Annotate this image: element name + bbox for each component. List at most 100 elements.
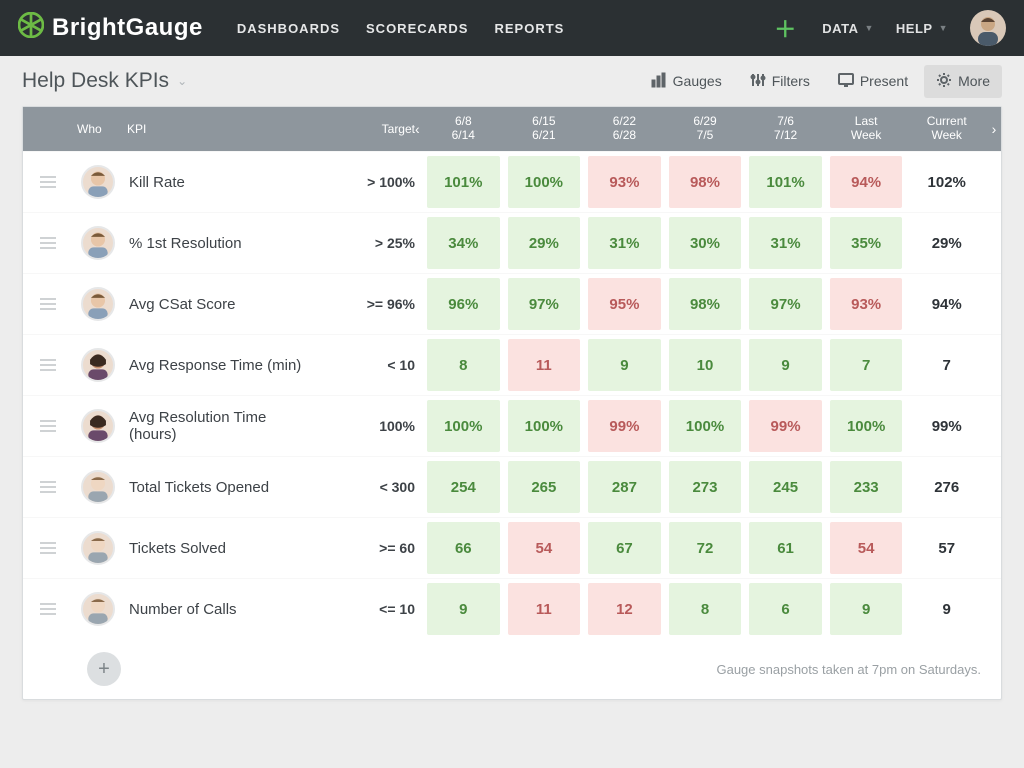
metric-cell[interactable]: 95%	[588, 278, 661, 330]
kpi-name[interactable]: Avg Response Time (min)	[123, 357, 313, 374]
metric-cell[interactable]: 99%	[910, 400, 983, 452]
reorder-handle-icon[interactable]	[23, 420, 73, 432]
avatar[interactable]	[73, 287, 123, 321]
metric-cell[interactable]: 96%	[427, 278, 500, 330]
brand-logo[interactable]: BrightGauge	[18, 12, 203, 45]
kpi-name[interactable]: % 1st Resolution	[123, 235, 313, 252]
metric-cell[interactable]: 99%	[749, 400, 822, 452]
reorder-handle-icon[interactable]	[23, 237, 73, 249]
metric-cell[interactable]: 34%	[427, 217, 500, 269]
tool-gauges[interactable]: Gauges	[639, 65, 734, 98]
scroll-right-button[interactable]: ›	[987, 121, 1001, 137]
kpi-target: < 10	[313, 357, 423, 373]
sliders-icon	[750, 72, 766, 91]
metric-cell[interactable]: 30%	[669, 217, 742, 269]
kpi-name[interactable]: Avg Resolution Time (hours)	[123, 409, 313, 443]
reorder-handle-icon[interactable]	[23, 359, 73, 371]
metric-cell[interactable]: 11	[508, 583, 581, 635]
kpi-name[interactable]: Tickets Solved	[123, 540, 313, 557]
metric-cell[interactable]: 265	[508, 461, 581, 513]
reorder-handle-icon[interactable]	[23, 298, 73, 310]
metric-cell[interactable]: 287	[588, 461, 661, 513]
page-title: Help Desk KPIs	[22, 69, 169, 93]
metric-cell[interactable]: 233	[830, 461, 903, 513]
metric-cell[interactable]: 8	[669, 583, 742, 635]
avatar[interactable]	[73, 165, 123, 199]
metric-cell[interactable]: 72	[669, 522, 742, 574]
reorder-handle-icon[interactable]	[23, 176, 73, 188]
nav-link-reports[interactable]: REPORTS	[494, 21, 564, 36]
avatar[interactable]	[73, 409, 123, 443]
reorder-handle-icon[interactable]	[23, 542, 73, 554]
avatar[interactable]	[73, 470, 123, 504]
metric-cell[interactable]: 100%	[830, 400, 903, 452]
metric-cell[interactable]: 100%	[427, 400, 500, 452]
metric-cell[interactable]: 254	[427, 461, 500, 513]
metric-cell[interactable]: 101%	[427, 156, 500, 208]
metric-cell[interactable]: 93%	[588, 156, 661, 208]
metric-cell[interactable]: 99%	[588, 400, 661, 452]
tool-filters[interactable]: Filters	[738, 65, 822, 98]
metric-cell[interactable]: 94%	[830, 156, 903, 208]
scroll-left-button[interactable]: ‹	[415, 121, 420, 137]
tool-more[interactable]: More	[924, 65, 1002, 98]
add-kpi-button[interactable]: +	[87, 652, 121, 686]
metric-cell[interactable]: 66	[427, 522, 500, 574]
avatar[interactable]	[73, 531, 123, 565]
kpi-name[interactable]: Total Tickets Opened	[123, 479, 313, 496]
metric-cell[interactable]: 9	[830, 583, 903, 635]
metric-cell[interactable]: 7	[830, 339, 903, 391]
metric-cell[interactable]: 100%	[508, 156, 581, 208]
nav-link-scorecards[interactable]: SCORECARDS	[366, 21, 468, 36]
page-title-dropdown[interactable]: ⌄	[177, 74, 187, 88]
metric-cell[interactable]: 98%	[669, 278, 742, 330]
avatar[interactable]	[73, 348, 123, 382]
metric-cell[interactable]: 100%	[508, 400, 581, 452]
metric-cell[interactable]: 57	[910, 522, 983, 574]
kpi-name[interactable]: Number of Calls	[123, 601, 313, 618]
metric-cell[interactable]: 93%	[830, 278, 903, 330]
metric-cell[interactable]: 101%	[749, 156, 822, 208]
metric-cell[interactable]: 12	[588, 583, 661, 635]
metric-cell[interactable]: 31%	[588, 217, 661, 269]
add-button[interactable]: ＋	[770, 8, 800, 48]
metric-cell[interactable]: 29%	[508, 217, 581, 269]
metric-cell[interactable]: 6	[749, 583, 822, 635]
nav-link-dashboards[interactable]: DASHBOARDS	[237, 21, 340, 36]
tool-present[interactable]: Present	[826, 65, 920, 98]
kpi-name[interactable]: Kill Rate	[123, 174, 313, 191]
metric-cell[interactable]: 29%	[910, 217, 983, 269]
metric-cell[interactable]: 10	[669, 339, 742, 391]
metric-cell[interactable]: 9	[910, 583, 983, 635]
metric-cell[interactable]: 273	[669, 461, 742, 513]
reorder-handle-icon[interactable]	[23, 481, 73, 493]
metric-cell[interactable]: 100%	[669, 400, 742, 452]
metric-cell[interactable]: 97%	[508, 278, 581, 330]
tool-filters-label: Filters	[772, 73, 810, 89]
metric-cell[interactable]: 276	[910, 461, 983, 513]
metric-cell[interactable]: 67	[588, 522, 661, 574]
reorder-handle-icon[interactable]	[23, 603, 73, 615]
metric-cell[interactable]: 31%	[749, 217, 822, 269]
avatar[interactable]	[73, 592, 123, 626]
metric-cell[interactable]: 54	[508, 522, 581, 574]
user-avatar[interactable]	[970, 10, 1006, 46]
metric-cell[interactable]: 9	[588, 339, 661, 391]
kpi-name[interactable]: Avg CSat Score	[123, 296, 313, 313]
metric-cell[interactable]: 54	[830, 522, 903, 574]
nav-help-dropdown[interactable]: HELP ▼	[896, 21, 948, 36]
metric-cell[interactable]: 98%	[669, 156, 742, 208]
metric-cell[interactable]: 102%	[910, 156, 983, 208]
metric-cell[interactable]: 11	[508, 339, 581, 391]
metric-cell[interactable]: 9	[427, 583, 500, 635]
metric-cell[interactable]: 9	[749, 339, 822, 391]
metric-cell[interactable]: 35%	[830, 217, 903, 269]
metric-cell[interactable]: 245	[749, 461, 822, 513]
metric-cell[interactable]: 7	[910, 339, 983, 391]
metric-cell[interactable]: 8	[427, 339, 500, 391]
metric-cell[interactable]: 61	[749, 522, 822, 574]
metric-cell[interactable]: 97%	[749, 278, 822, 330]
metric-cell[interactable]: 94%	[910, 278, 983, 330]
nav-data-dropdown[interactable]: DATA ▼	[822, 21, 874, 36]
avatar[interactable]	[73, 226, 123, 260]
